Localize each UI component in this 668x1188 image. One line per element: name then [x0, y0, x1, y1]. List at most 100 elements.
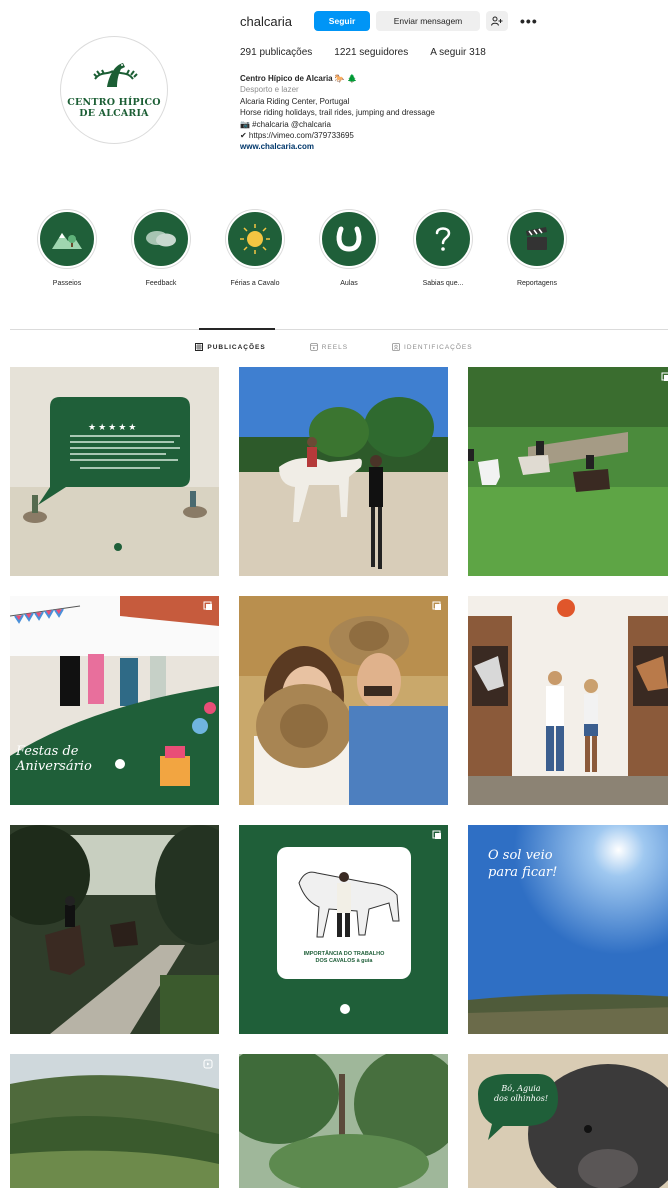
post-hills[interactable]	[10, 1054, 219, 1188]
post-image	[10, 825, 219, 1034]
post-lunge-work[interactable]: IMPORTÂNCIA DO TRABALHO DOS CAVALOS à gu…	[239, 825, 448, 1034]
posts-count: 291 publicações	[240, 47, 313, 58]
highlight-sabias[interactable]: Sabias que...	[396, 210, 490, 287]
more-options-icon[interactable]: •••	[520, 14, 538, 28]
multiple-images-icon	[432, 830, 441, 839]
reels-icon	[309, 343, 318, 351]
sun-text-line1: O sol veio	[488, 848, 553, 863]
multiple-images-icon	[203, 601, 212, 610]
post-pig[interactable]: Bó, Aguia dos olhinhos!	[468, 1054, 668, 1188]
following-count[interactable]: A seguir 318	[430, 47, 486, 58]
bio-website-link[interactable]: www.chalcaria.com	[240, 141, 660, 152]
sun-icon	[240, 224, 270, 254]
multiple-images-icon	[432, 601, 441, 610]
multiple-images-icon	[661, 372, 668, 381]
send-message-button[interactable]: Enviar mensagem	[376, 11, 481, 31]
bio-category: Desporto e lazer	[240, 85, 299, 95]
post-image	[239, 825, 448, 1034]
follow-button[interactable]: Seguir	[314, 11, 371, 31]
highlight-label: Feedback	[145, 280, 177, 287]
card-title: IMPORTÂNCIA DO TRABALHO DOS CAVALOS à gu…	[285, 951, 403, 965]
profile-avatar[interactable]: CENTRO HÍPICO DE ALCARIA	[60, 36, 168, 144]
highlight-circle	[414, 210, 472, 268]
post-stable-couple[interactable]	[468, 596, 668, 805]
pig-text: Bó, Aguia dos olhinhos!	[486, 1084, 556, 1104]
tab-reels[interactable]: REELS	[309, 343, 349, 351]
pig-text-line1: Bó, Aguia	[501, 1084, 541, 1093]
highlight-aulas[interactable]: Aulas	[302, 210, 396, 287]
post-image	[468, 596, 668, 805]
clapperboard-icon	[526, 227, 547, 250]
highlight-circle	[320, 210, 378, 268]
highlight-circle	[132, 210, 190, 268]
bio-line: Alcaria Riding Center, Portugal	[240, 96, 350, 106]
sun-text-line2: para ficar!	[488, 865, 558, 880]
speech-bubbles-icon	[146, 231, 176, 247]
mountains-icon	[52, 233, 82, 249]
post-review[interactable]: “ ★★★★★	[10, 367, 219, 576]
highlight-label: Aulas	[340, 280, 358, 287]
highlight-feedback[interactable]: Feedback	[114, 210, 208, 287]
highlight-label: Passeios	[52, 280, 82, 287]
bio-name: Centro Hípico de Alcaria 🐎 🌲	[240, 74, 357, 83]
review-stars: ★★★★★	[88, 422, 139, 432]
logo-text-line1: CENTRO HÍPICO	[67, 97, 161, 108]
post-image	[239, 367, 448, 576]
profile-bio: Centro Hípico de Alcaria 🐎 🌲 Desporto e …	[240, 73, 660, 153]
active-tab-indicator	[199, 328, 275, 330]
grid-icon	[195, 343, 204, 351]
post-image	[468, 1054, 668, 1188]
highlight-reportagens[interactable]: Reportagens	[490, 210, 584, 287]
card-title-line2: DOS CAVALOS à guia	[315, 958, 373, 964]
highlight-ferias[interactable]: Férias a Cavalo	[208, 210, 302, 287]
profile-tabs: PUBLICAÇÕES REELS IDENTIFICAÇÕES	[0, 343, 668, 351]
story-highlights: Passeios Feedback Férias a Cavalo Aulas …	[20, 210, 648, 287]
bio-line[interactable]: 📷 #chalcaria @chalcaria	[240, 119, 660, 130]
post-horse-lesson[interactable]	[239, 367, 448, 576]
suggested-accounts-button[interactable]	[486, 11, 509, 31]
highlight-circle	[226, 210, 284, 268]
post-image	[239, 1054, 448, 1188]
bio-line: Horse riding holidays, trail rides, jump…	[240, 108, 435, 118]
sun-text: O sol veio para ficar!	[488, 847, 588, 881]
tab-identificacoes[interactable]: IDENTIFICAÇÕES	[392, 343, 473, 351]
highlight-label: Férias a Cavalo	[230, 280, 280, 287]
highlight-passeios[interactable]: Passeios	[20, 210, 114, 287]
profile-username: chalcaria	[240, 13, 293, 29]
add-person-icon	[491, 16, 503, 26]
svg-text:“: “	[52, 396, 62, 420]
post-trail-ride[interactable]	[468, 367, 668, 576]
highlight-label: Sabias que...	[422, 280, 464, 287]
post-image: “	[10, 367, 219, 576]
post-trees[interactable]	[239, 1054, 448, 1188]
post-image	[239, 596, 448, 805]
highlight-circle	[508, 210, 566, 268]
post-image	[10, 1054, 219, 1188]
tab-publicacoes[interactable]: PUBLICAÇÕES	[195, 343, 265, 351]
logo-text-line2: DE ALCARIA	[79, 108, 149, 119]
followers-count[interactable]: 1221 seguidores	[334, 47, 408, 58]
profile-info: chalcaria Seguir Enviar mensagem ••• 291…	[240, 10, 660, 153]
post-couple-hats[interactable]	[239, 596, 448, 805]
highlight-label: Reportagens	[516, 280, 558, 287]
horse-logo-icon	[93, 63, 138, 87]
pig-text-line2: dos olhinhos!	[493, 1094, 549, 1103]
card-title-line1: IMPORTÂNCIA DO TRABALHO	[303, 951, 385, 957]
tabs-divider	[10, 329, 668, 330]
post-image	[468, 367, 668, 576]
profile-top-row: chalcaria Seguir Enviar mensagem •••	[240, 10, 660, 32]
post-sunny[interactable]: O sol veio para ficar!	[468, 825, 668, 1034]
anniversary-title: Festas de Aniversário	[16, 744, 92, 774]
post-forest-ride[interactable]	[10, 825, 219, 1034]
post-anniversary[interactable]: Festas de Aniversário	[10, 596, 219, 805]
highlight-circle	[38, 210, 96, 268]
tab-label: REELS	[321, 343, 349, 351]
question-mark-icon	[435, 227, 451, 251]
profile-stats: 291 publicações 1221 seguidores A seguir…	[240, 47, 660, 58]
tab-label: IDENTIFICAÇÕES	[404, 343, 473, 351]
tab-label: PUBLICAÇÕES	[207, 343, 266, 351]
horseshoe-icon	[336, 226, 362, 252]
bio-line[interactable]: ✔ https://vimeo.com/379733695	[240, 130, 660, 141]
tagged-icon	[392, 343, 400, 351]
reel-icon	[203, 1059, 213, 1069]
